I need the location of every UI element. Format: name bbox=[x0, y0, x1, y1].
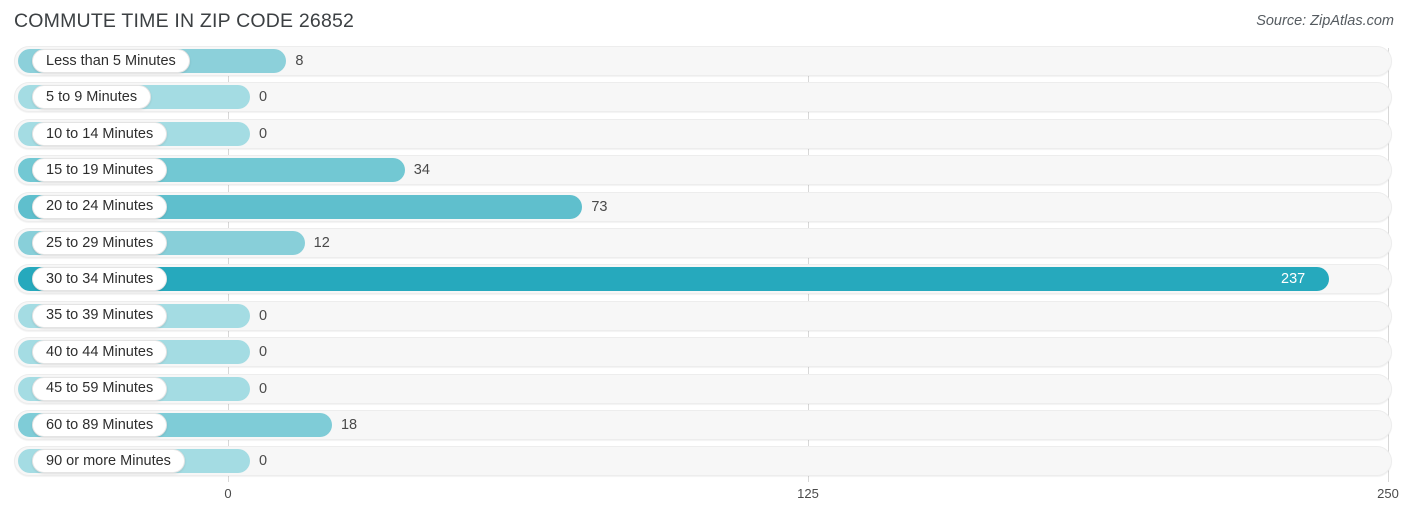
table-row: 90 or more Minutes 0 bbox=[0, 446, 1406, 477]
x-tick-label: 125 bbox=[797, 486, 819, 501]
x-axis: 0 125 250 bbox=[0, 486, 1406, 523]
category-label: 20 to 24 Minutes bbox=[46, 198, 154, 215]
value-label: 0 bbox=[259, 344, 268, 361]
category-label-pill: 15 to 19 Minutes bbox=[32, 158, 168, 183]
value-label: 0 bbox=[259, 125, 268, 142]
value-label: 8 bbox=[295, 53, 304, 69]
source-attribution: Source: ZipAtlas.com bbox=[1256, 13, 1394, 29]
category-label: 40 to 44 Minutes bbox=[46, 343, 154, 360]
value-label: 0 bbox=[259, 453, 268, 470]
category-label: 5 to 9 Minutes bbox=[46, 89, 138, 106]
category-label-pill: 30 to 34 Minutes bbox=[32, 267, 168, 292]
category-label: 25 to 29 Minutes bbox=[46, 234, 154, 251]
category-label: 35 to 39 Minutes bbox=[46, 307, 154, 324]
value-label: 73 bbox=[591, 198, 608, 215]
value-label: 237 bbox=[1281, 271, 1306, 288]
category-label-pill: 35 to 39 Minutes bbox=[32, 303, 168, 328]
category-label: 15 to 19 Minutes bbox=[46, 161, 154, 178]
category-label-pill: 90 or more Minutes bbox=[32, 449, 185, 474]
table-row: 25 to 29 Minutes 12 bbox=[0, 227, 1406, 258]
category-label-pill: 40 to 44 Minutes bbox=[32, 340, 168, 365]
value-label: 0 bbox=[259, 307, 268, 324]
category-label-pill: 20 to 24 Minutes bbox=[32, 194, 168, 219]
table-row: 20 to 24 Minutes 73 bbox=[0, 191, 1406, 222]
table-row: 5 to 9 Minutes 0 bbox=[0, 82, 1406, 113]
category-label: Less than 5 Minutes bbox=[46, 52, 176, 69]
table-row: 40 to 44 Minutes 0 bbox=[0, 337, 1406, 368]
category-label: 60 to 89 Minutes bbox=[46, 416, 154, 433]
page-title: COMMUTE TIME IN ZIP CODE 26852 bbox=[14, 10, 355, 32]
chart-plot-area: Less than 5 Minutes 8 5 to 9 Minutes 0 10 to… bbox=[0, 46, 1406, 486]
table-row: Less than 5 Minutes 8 bbox=[0, 46, 1406, 76]
x-tick-label: 0 bbox=[224, 486, 232, 501]
category-label: 45 to 59 Minutes bbox=[46, 380, 154, 397]
category-label-pill: Less than 5 Minutes bbox=[32, 49, 190, 73]
value-label: 18 bbox=[340, 416, 358, 433]
category-label-pill: 10 to 14 Minutes bbox=[32, 121, 168, 146]
table-row: 30 to 34 Minutes 237 bbox=[0, 264, 1406, 295]
category-label: 30 to 34 Minutes bbox=[46, 271, 154, 288]
category-label: 90 or more Minutes bbox=[46, 453, 171, 470]
category-label-pill: 60 to 89 Minutes bbox=[32, 412, 168, 437]
category-label: 10 to 14 Minutes bbox=[46, 125, 154, 142]
table-row: 60 to 89 Minutes 18 bbox=[0, 409, 1406, 440]
value-bar[interactable] bbox=[18, 267, 1329, 292]
category-label-pill: 45 to 59 Minutes bbox=[32, 376, 168, 401]
category-label-pill: 5 to 9 Minutes bbox=[32, 85, 152, 110]
table-row: 35 to 39 Minutes 0 bbox=[0, 300, 1406, 331]
value-label: 34 bbox=[413, 162, 430, 179]
chart-header: COMMUTE TIME IN ZIP CODE 26852 Source: Z… bbox=[0, 0, 1406, 46]
category-label-pill: 25 to 29 Minutes bbox=[32, 230, 168, 255]
table-row: 45 to 59 Minutes 0 bbox=[0, 373, 1406, 404]
bar-rows: Less than 5 Minutes 8 5 to 9 Minutes 0 10 to… bbox=[0, 46, 1406, 483]
table-row: 10 to 14 Minutes 0 bbox=[0, 118, 1406, 149]
value-label: 0 bbox=[259, 380, 268, 397]
value-label: 12 bbox=[313, 234, 330, 251]
table-row: 15 to 19 Minutes 34 bbox=[0, 155, 1406, 186]
value-label: 0 bbox=[259, 89, 268, 106]
x-tick-label: 250 bbox=[1377, 486, 1399, 501]
